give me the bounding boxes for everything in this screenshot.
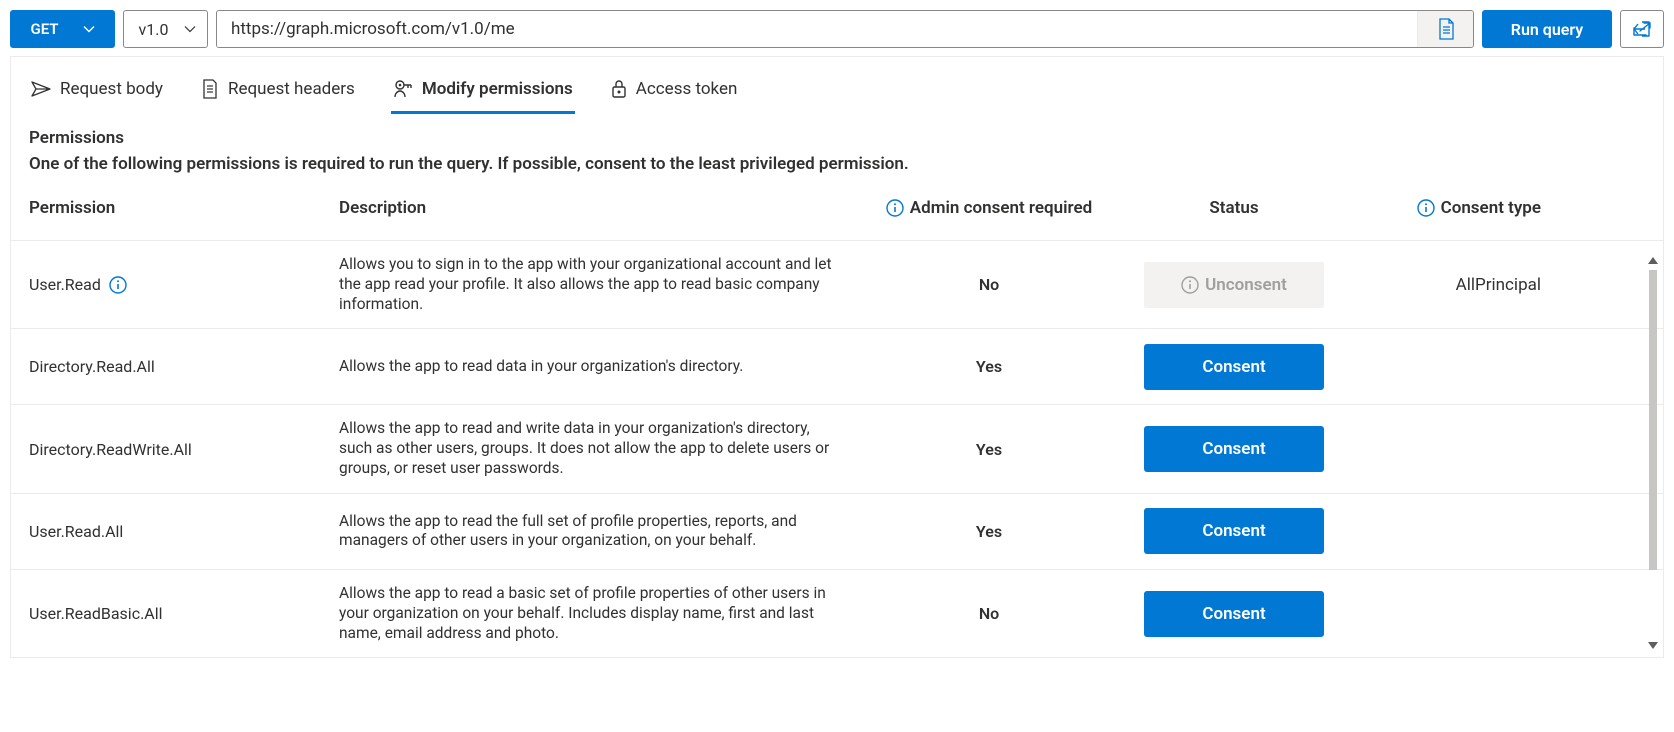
info-icon xyxy=(1181,276,1199,294)
consent-button[interactable]: Consent xyxy=(1144,591,1324,637)
consent-label: Consent xyxy=(1202,357,1265,377)
run-query-button[interactable]: Run query xyxy=(1482,10,1612,48)
permission-description: Allows the app to read data in your orga… xyxy=(339,357,859,377)
unconsent-button[interactable]: Unconsent xyxy=(1144,262,1324,308)
permissions-section: Permissions One of the following permiss… xyxy=(11,114,1663,186)
consent-label: Consent xyxy=(1202,439,1265,459)
tab-access-token[interactable]: Access token xyxy=(609,79,740,114)
permission-description: Allows the app to read a basic set of pr… xyxy=(339,584,859,643)
scrollbar[interactable] xyxy=(1645,257,1661,649)
run-query-label: Run query xyxy=(1511,20,1583,39)
table-row: User.ReadAllows you to sign in to the ap… xyxy=(11,241,1663,329)
consent-button[interactable]: Consent xyxy=(1144,344,1324,390)
status-cell: Consent xyxy=(1119,344,1349,390)
permission-description: Allows the app to read and write data in… xyxy=(339,419,859,478)
status-cell: Unconsent xyxy=(1119,262,1349,308)
tab-label: Request headers xyxy=(228,79,355,99)
chevron-down-icon xyxy=(184,25,196,33)
permission-name: User.Read.All xyxy=(29,522,339,541)
info-icon[interactable] xyxy=(109,276,127,294)
document-header-icon xyxy=(201,79,219,99)
consent-label: Consent xyxy=(1202,604,1265,624)
col-status[interactable]: Status xyxy=(1119,198,1349,218)
info-icon xyxy=(1417,199,1435,217)
table-header: Permission Description Admin consent req… xyxy=(11,186,1663,241)
request-tabs: Request body Request headers Modify perm… xyxy=(11,57,1663,114)
chevron-down-icon xyxy=(83,25,95,33)
unconsent-label: Unconsent xyxy=(1205,275,1287,295)
permission-name: User.ReadBasic.All xyxy=(29,604,339,623)
col-permission[interactable]: Permission xyxy=(29,198,339,218)
col-admin-consent[interactable]: Admin consent required xyxy=(859,198,1119,218)
table-row: Directory.Read.AllAllows the app to read… xyxy=(11,329,1663,405)
col-consent-type-label: Consent type xyxy=(1441,198,1541,218)
consent-button[interactable]: Consent xyxy=(1144,508,1324,554)
http-method-select[interactable]: GET xyxy=(10,10,115,48)
scroll-thumb[interactable] xyxy=(1649,270,1657,570)
col-consent-type[interactable]: Consent type xyxy=(1349,198,1549,218)
lock-icon xyxy=(611,79,627,99)
api-version-select[interactable]: v1.0 xyxy=(123,10,208,48)
permission-name: User.Read xyxy=(29,275,339,294)
scroll-up-icon xyxy=(1648,257,1658,264)
info-icon xyxy=(886,199,904,217)
scroll-down-icon xyxy=(1648,642,1658,649)
section-title: Permissions xyxy=(29,128,1645,148)
request-panel: Request body Request headers Modify perm… xyxy=(10,56,1664,658)
tab-request-body[interactable]: Request body xyxy=(29,79,165,114)
api-version-label: v1.0 xyxy=(139,20,169,39)
table-row: User.ReadBasic.AllAllows the app to read… xyxy=(11,570,1663,657)
admin-consent-value: No xyxy=(859,275,1119,294)
tab-label: Modify permissions xyxy=(422,79,573,99)
tab-label: Request body xyxy=(60,79,163,99)
permission-name: Directory.Read.All xyxy=(29,357,339,376)
consent-type-value: AllPrincipal xyxy=(1349,275,1549,295)
url-field-wrap xyxy=(216,10,1474,48)
table-body: User.ReadAllows you to sign in to the ap… xyxy=(11,241,1663,657)
key-person-icon xyxy=(393,79,413,99)
url-input[interactable] xyxy=(217,11,1417,47)
permission-description: Allows the app to read the full set of p… xyxy=(339,512,859,552)
permission-name: Directory.ReadWrite.All xyxy=(29,440,339,459)
admin-consent-value: Yes xyxy=(859,522,1119,541)
status-cell: Consent xyxy=(1119,426,1349,472)
http-method-label: GET xyxy=(30,20,58,38)
table-row: Directory.ReadWrite.AllAllows the app to… xyxy=(11,405,1663,493)
admin-consent-value: No xyxy=(859,604,1119,623)
col-description[interactable]: Description xyxy=(339,198,859,218)
table-row: User.Read.AllAllows the app to read the … xyxy=(11,494,1663,570)
tab-modify-permissions[interactable]: Modify permissions xyxy=(391,79,575,114)
document-icon xyxy=(1437,18,1455,40)
consent-label: Consent xyxy=(1202,521,1265,541)
tab-label: Access token xyxy=(636,79,738,99)
send-icon xyxy=(31,81,51,97)
status-cell: Consent xyxy=(1119,591,1349,637)
share-button[interactable] xyxy=(1620,10,1664,48)
permission-description: Allows you to sign in to the app with yo… xyxy=(339,255,859,314)
admin-consent-value: Yes xyxy=(859,357,1119,376)
query-toolbar: GET v1.0 Run query xyxy=(0,0,1674,56)
permissions-table: Permission Description Admin consent req… xyxy=(11,186,1663,657)
section-description: One of the following permissions is requ… xyxy=(29,154,1645,174)
admin-consent-value: Yes xyxy=(859,440,1119,459)
col-admin-consent-label: Admin consent required xyxy=(910,198,1092,218)
tab-request-headers[interactable]: Request headers xyxy=(199,79,357,114)
consent-button[interactable]: Consent xyxy=(1144,426,1324,472)
share-icon xyxy=(1632,20,1652,38)
status-cell: Consent xyxy=(1119,508,1349,554)
autocomplete-icon-button[interactable] xyxy=(1417,11,1473,47)
